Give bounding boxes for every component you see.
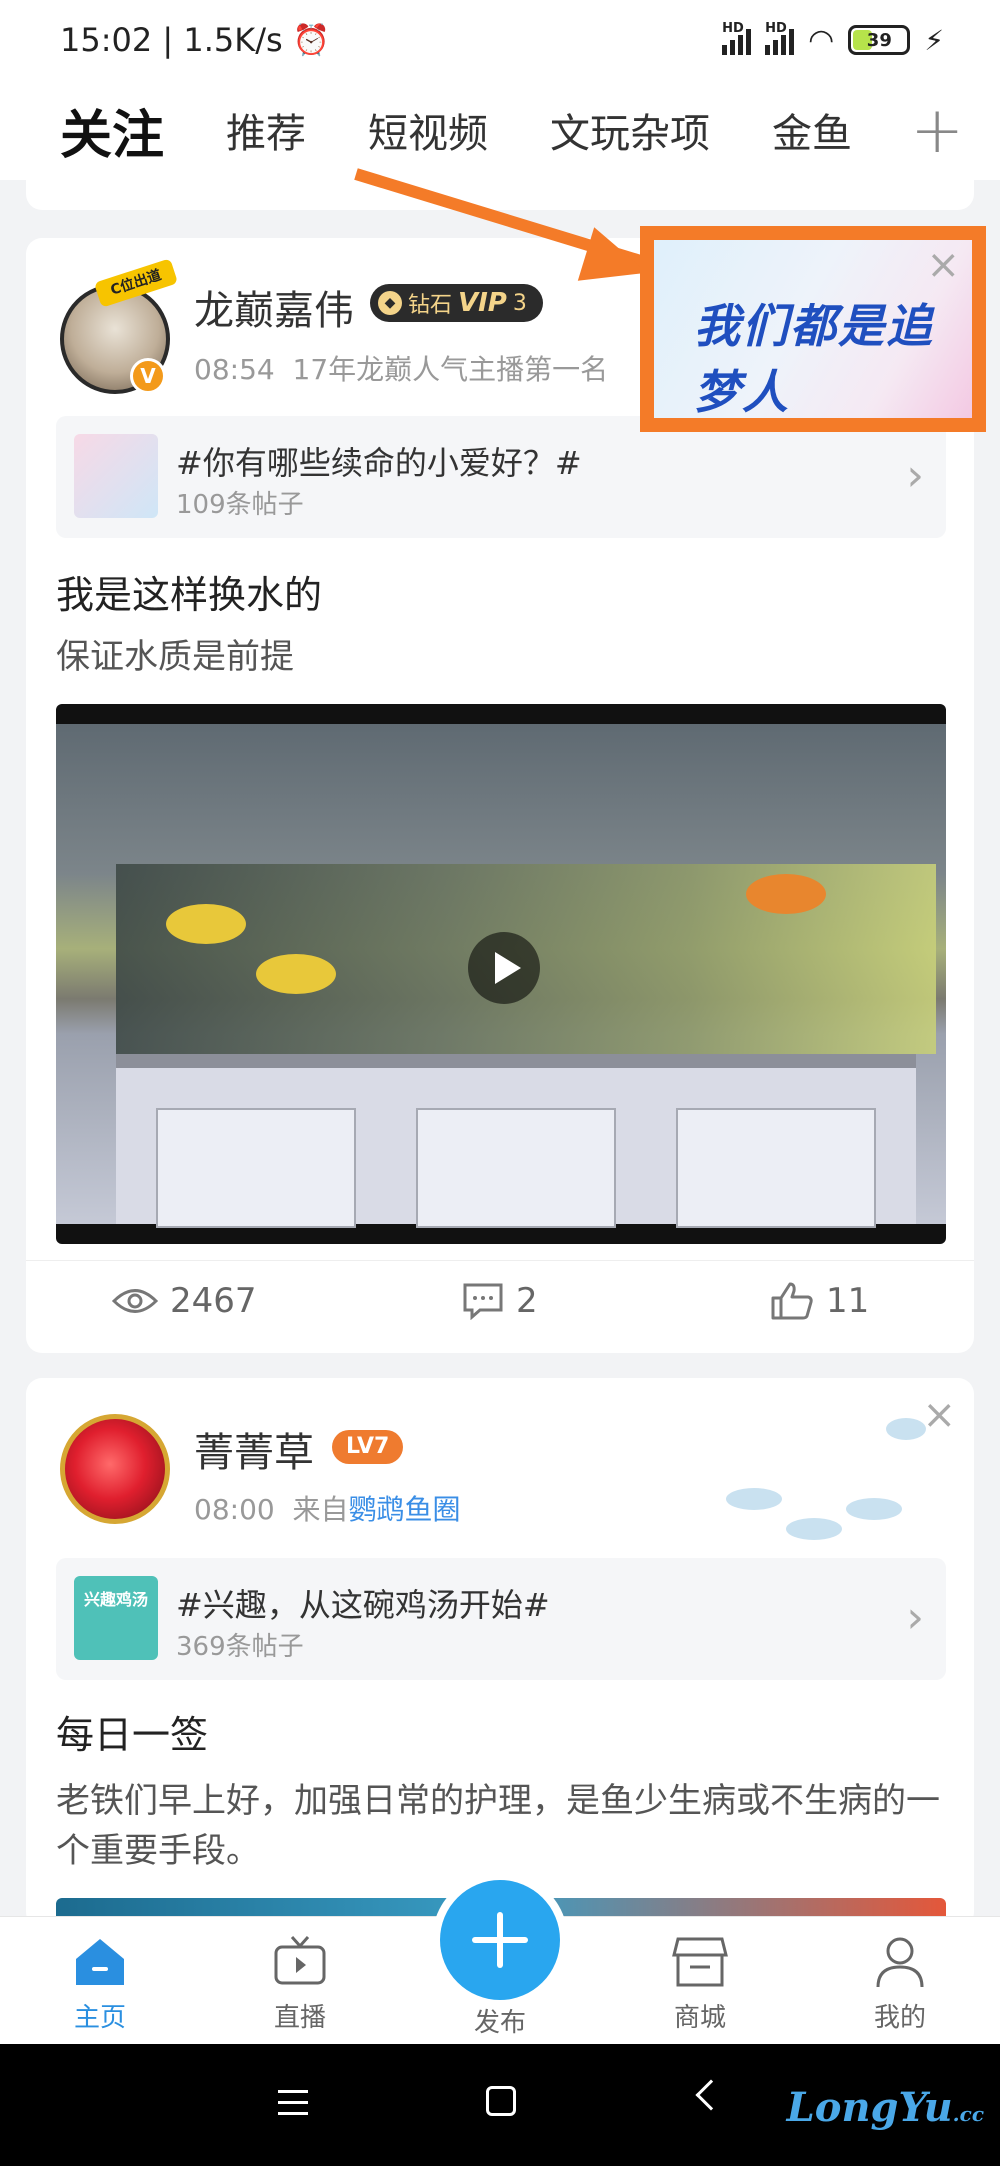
nav-store[interactable]: 商城 — [640, 1917, 760, 2045]
charging-icon: ⚡ — [924, 23, 944, 57]
cabinet-door — [416, 1108, 616, 1228]
post-meta: 08:54 17年龙巅人气主播第一名 — [194, 353, 609, 386]
store-icon — [672, 1937, 728, 1987]
nav-live[interactable]: 直播 — [240, 1917, 360, 2045]
publish-button[interactable] — [440, 1880, 560, 2000]
cabinet-image — [116, 1054, 916, 1228]
tv-icon — [274, 1936, 326, 1985]
username[interactable]: 龙巅嘉伟 — [194, 278, 354, 336]
watermark: LongYu.cc — [786, 2084, 984, 2131]
topic-link[interactable]: 兴趣鸡汤 #兴趣，从这碗鸡汤开始# 369条帖子 › — [56, 1558, 946, 1680]
post-title[interactable]: 每日一签 — [56, 1704, 208, 1759]
post-title[interactable]: 我是这样换水的 — [56, 564, 322, 619]
fish-decoration — [846, 1498, 902, 1520]
close-icon[interactable]: × — [926, 242, 960, 288]
level-badge: LV7 — [332, 1430, 404, 1464]
home-icon — [76, 1939, 124, 1985]
menu-icon[interactable] — [278, 2090, 308, 2123]
publish-label: 发布 — [473, 2008, 526, 2038]
fish-shape — [166, 904, 246, 944]
tab-goldfish[interactable]: 金鱼 — [772, 101, 852, 159]
previous-card-edge — [26, 180, 974, 210]
fish-shape — [256, 954, 336, 994]
thumbs-up-icon — [771, 1282, 813, 1319]
topic-thumbnail: 兴趣鸡汤 — [74, 1576, 158, 1660]
signal-icon: HD — [722, 21, 752, 55]
cabinet-door — [156, 1108, 356, 1228]
post-meta: 08:00 来自鹦鹉鱼圈 — [194, 1493, 461, 1526]
wifi-icon: ◠ — [808, 22, 835, 58]
eye-icon — [112, 1288, 158, 1313]
video-player[interactable] — [56, 704, 946, 1244]
user-icon — [876, 1937, 924, 1988]
add-tab-icon[interactable]: + — [910, 94, 964, 168]
views-stat: 2467 — [112, 1281, 257, 1321]
like-button[interactable]: 11 — [770, 1281, 869, 1321]
topic-title: #兴趣，从这碗鸡汤开始# — [176, 1586, 550, 1624]
floating-ad[interactable]: 我们都是追梦人 × — [640, 226, 986, 432]
tab-follow[interactable]: 关注 — [53, 93, 171, 168]
clock: 15:02 | 1.5K/s — [60, 21, 283, 59]
source-circle-link[interactable]: 鹦鹉鱼圈 — [349, 1493, 461, 1526]
post-stats: 2467 2 11 — [26, 1260, 974, 1340]
vip-badge: ◆ 钻石 VIP 3 — [370, 284, 543, 322]
post-card[interactable]: × 菁菁草 LV7 08:00 来自鹦鹉鱼圈 兴趣鸡汤 #兴趣，从这碗鸡汤开始#… — [26, 1378, 974, 1928]
system-navigation-bar: LongYu.cc — [0, 2044, 1000, 2166]
comment-icon — [463, 1283, 503, 1320]
status-bar: 15:02 | 1.5K/s ⏰ HD HD ◠ 39 ⚡ — [0, 0, 1000, 80]
alarm-icon: ⏰ — [292, 22, 331, 58]
verified-icon: V — [130, 358, 166, 394]
diamond-icon: ◆ — [378, 291, 402, 315]
nav-home[interactable]: 主页 — [40, 1917, 160, 2045]
nav-profile[interactable]: 我的 — [840, 1917, 960, 2045]
signal-icon-2: HD — [765, 21, 795, 55]
username[interactable]: 菁菁草 — [194, 1420, 314, 1478]
fish-decoration — [786, 1518, 842, 1540]
post-body[interactable]: 保证水质是前提 — [56, 632, 946, 682]
topic-thumbnail — [74, 434, 158, 518]
topic-title: #你有哪些续命的小爱好？# — [176, 444, 582, 482]
avatar[interactable] — [60, 1414, 170, 1524]
home-square-icon[interactable] — [486, 2086, 516, 2116]
comment-button[interactable]: 2 — [462, 1281, 538, 1321]
fish-decoration — [886, 1418, 926, 1440]
close-icon[interactable]: × — [922, 1392, 956, 1438]
battery-icon: 39 — [848, 25, 911, 55]
tab-collectibles[interactable]: 文玩杂项 — [550, 101, 710, 159]
topic-count: 369条帖子 — [176, 1632, 304, 1662]
tab-recommend[interactable]: 推荐 — [226, 101, 306, 159]
ad-text: 我们都是追梦人 — [694, 299, 934, 419]
tab-short-video[interactable]: 短视频 — [368, 101, 488, 159]
topic-count: 109条帖子 — [176, 490, 304, 520]
play-button[interactable] — [468, 932, 540, 1004]
chevron-right-icon: › — [906, 450, 924, 501]
post-body[interactable]: 老铁们早上好，加强日常的护理，是鱼少生病或不生病的一个重要手段。 — [56, 1776, 946, 1876]
topic-link[interactable]: #你有哪些续命的小爱好？# 109条帖子 › — [56, 416, 946, 538]
chevron-right-icon: › — [906, 1592, 924, 1643]
cabinet-door — [676, 1108, 876, 1228]
category-tabs: 关注 推荐 短视频 文玩杂项 金鱼 + — [0, 80, 1000, 180]
back-icon[interactable] — [695, 2079, 727, 2111]
fish-shape — [746, 874, 826, 914]
fish-decoration — [726, 1488, 782, 1510]
